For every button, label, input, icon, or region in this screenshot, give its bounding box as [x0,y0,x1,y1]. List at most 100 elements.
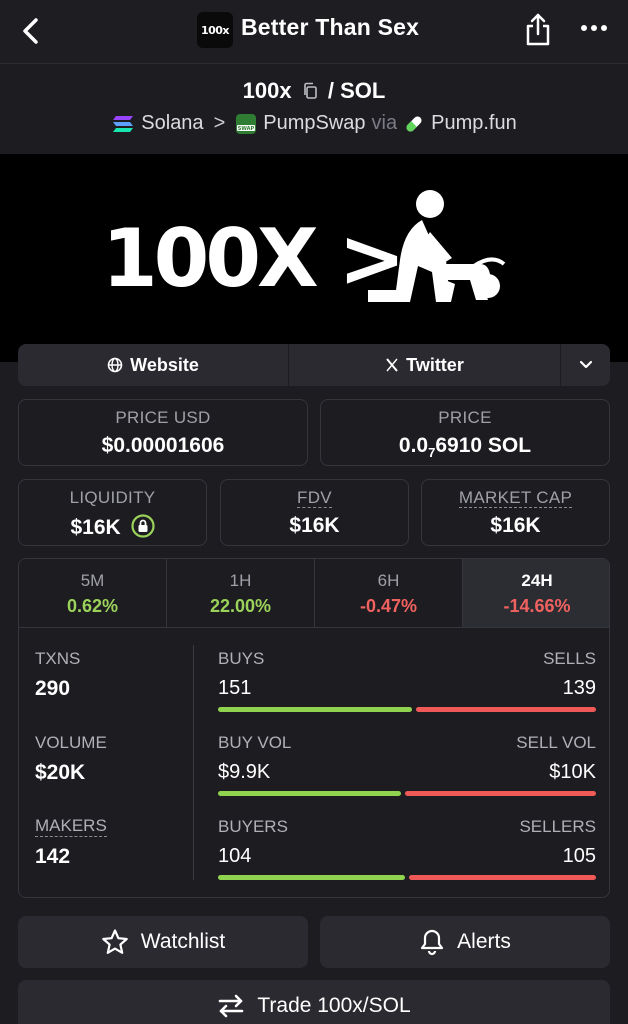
price-native-card: PRICE 0.076910 SOL [320,399,610,466]
twitter-button[interactable]: Twitter [289,344,561,386]
buys-value: 151 [218,677,252,699]
watchlist-button[interactable]: Watchlist [18,916,308,968]
website-button[interactable]: Website [18,344,289,386]
fdv-card: FDV $16K [220,479,409,546]
price-usd-card: PRICE USD $0.00001606 [18,399,308,466]
social-links-bar: Website Twitter [18,344,610,386]
svg-text:SWAP: SWAP [238,126,255,132]
breadcrumb-separator: > [213,112,226,134]
sellers-bar-fill [409,875,596,880]
bell-icon [421,929,444,956]
share-button[interactable] [522,10,554,48]
tab-1h-change: 22.00% [209,596,272,616]
more-horizontal-icon [581,25,607,31]
tab-5m-change: 0.62% [66,596,119,616]
buyers-value: 104 [218,845,252,867]
chain-name[interactable]: Solana [141,112,203,135]
buy-vol-label: BUY VOL [218,733,292,752]
chevron-down-icon [579,360,592,369]
pair-title: 100x / SOL [0,78,628,106]
pair-info: 100x / SOL Solana > SWAP PumpSwap via Pu… [0,64,628,154]
fdv-label[interactable]: FDV [221,488,408,508]
twitter-label: Twitter [406,354,464,375]
banner-image: 100X > [102,190,506,305]
swap-arrows-icon [219,994,244,1018]
buy-vol-bar-fill [218,791,401,796]
sells-label: SELLS [543,649,596,668]
copy-icon[interactable] [302,80,318,106]
watchlist-label: Watchlist [140,930,226,953]
market-cap-label-text: MARKET CAP [458,488,573,508]
price-native-label: PRICE [438,408,492,427]
tab-24h[interactable]: 24H -14.66% [463,559,609,627]
fdv-value: $16K [289,514,340,537]
volume-bar [218,791,596,796]
buy-vol-value: $9.9K [218,761,271,783]
market-cap-label[interactable]: MARKET CAP [422,488,609,508]
volume-metric: VOLUME $20K [35,733,107,785]
lock-icon[interactable] [130,514,155,538]
volume-label: VOLUME [35,733,107,752]
price-native-prefix: 0.0 [398,434,429,457]
liquidity-value: $16K [70,516,121,539]
tab-6h-label: 6H [377,571,400,590]
tab-1h[interactable]: 1H 22.00% [167,559,315,627]
chevron-left-icon [23,18,38,44]
trade-label: Trade 100x/SOL [257,994,411,1017]
price-usd-label: PRICE USD [115,408,211,427]
sellers-value: 105 [562,845,596,867]
tab-6h-change: -0.47% [359,596,418,616]
sells-bar-fill [416,707,596,712]
more-options-button[interactable] [578,18,610,38]
dex-name[interactable]: PumpSwap [263,112,365,135]
chain-breadcrumb: Solana > SWAP PumpSwap via Pump.fun [0,112,628,135]
buyers-bar-fill [218,875,405,880]
back-button[interactable] [16,14,46,48]
buys-label: BUYS [218,649,265,668]
sell-vol-value: $10K [549,761,596,783]
volume-value: $20K [35,761,86,784]
globe-icon [107,357,123,373]
tab-6h[interactable]: 6H -0.47% [315,559,463,627]
txns-metric: TXNS 290 [35,649,80,701]
alerts-label: Alerts [457,930,511,953]
sells-value: 139 [562,677,596,699]
txns-label: TXNS [35,649,81,668]
pill-icon [406,115,422,132]
tab-5m-label: 5M [80,571,105,590]
trading-stats-panel: 5M 0.62% 1H 22.00% 6H -0.47% 24H -14.66%… [18,558,610,898]
via-label: via [371,112,398,134]
market-cap-value: $16K [490,514,541,537]
more-links-dropdown[interactable] [561,344,610,386]
buyers-label: BUYERS [218,817,288,836]
liquidity-value-row: $16K [19,514,206,540]
makers-label[interactable]: MAKERS [35,816,107,837]
pair-base: 100x [242,78,292,103]
buys-bar-fill [218,707,412,712]
pumpswap-icon: SWAP [236,113,257,134]
stats-divider [193,645,194,880]
website-label: Website [130,354,199,375]
star-icon [101,929,128,954]
launchpad-name[interactable]: Pump.fun [431,112,517,135]
banner-text: 100X > [102,212,402,305]
tab-24h-label: 24H [521,571,553,590]
alerts-button[interactable]: Alerts [320,916,610,968]
sellers-label: SELLERS [519,817,596,836]
tab-1h-label: 1H [229,571,252,590]
top-bar: 100x Better Than Sex [0,0,628,64]
timeframe-tabs: 5M 0.62% 1H 22.00% 6H -0.47% 24H -14.66% [19,559,609,628]
pair-quote: / SOL [327,78,386,103]
tab-5m[interactable]: 5M 0.62% [19,559,167,627]
liquidity-label: LIQUIDITY [69,488,156,507]
share-icon [526,13,550,46]
makers-value: 142 [35,844,71,868]
token-logo: 100x [197,12,233,48]
trade-button[interactable]: Trade 100x/SOL [18,980,610,1024]
buys-sells-bar [218,707,596,712]
price-native-suffix: 6910 SOL [435,434,532,457]
buys-sells-split: BUYS SELLS 151 139 [218,649,596,712]
txns-value: 290 [35,677,71,700]
volume-split: BUY VOL SELL VOL $9.9K $10K [218,733,596,796]
price-usd-value: $0.00001606 [101,434,225,457]
